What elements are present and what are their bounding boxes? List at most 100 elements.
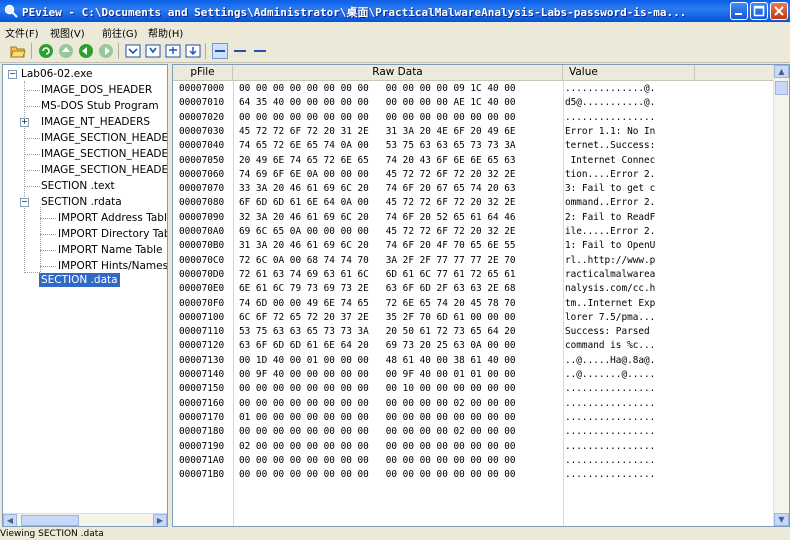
table-row[interactable]: 000070F0 74 6D 00 00 49 6E 74 65 72 6E 65… <box>173 297 773 311</box>
open-folder-icon[interactable] <box>10 43 26 59</box>
table-row[interactable]: 000070C0 72 6C 0A 00 68 74 74 70 3A 2F 2F… <box>173 254 773 268</box>
raw-data-cell: 00 00 00 00 00 00 00 00 00 00 00 00 02 0… <box>239 426 516 438</box>
title-bar: PEview - C:\Documents and Settings\Admin… <box>0 0 790 22</box>
value-cell: ..@.......@..... <box>565 369 656 380</box>
tree-connector <box>40 234 56 235</box>
tree-item-nt-headers[interactable]: IMAGE_NT_HEADERS <box>41 115 150 129</box>
table-row[interactable]: 00007120 63 6F 6D 6D 61 6E 64 20 69 73 20… <box>173 339 773 353</box>
offset-cell: 00007170 <box>179 411 225 423</box>
maximize-button[interactable] <box>750 2 768 20</box>
scroll-right-button[interactable]: ▶ <box>153 514 167 526</box>
tree-item-dos-stub[interactable]: MS-DOS Stub Program <box>41 99 159 113</box>
view-hex-icon[interactable] <box>125 43 141 59</box>
raw-data-cell: 31 3A 20 46 61 69 6C 20 74 6F 20 4F 70 6… <box>239 240 516 252</box>
table-row[interactable]: 00007010 64 35 40 00 00 00 00 00 00 00 00… <box>173 96 773 110</box>
menu-go[interactable]: 前往(G) <box>102 25 138 40</box>
table-row[interactable]: 00007070 33 3A 20 46 61 69 6C 20 74 6F 20… <box>173 182 773 196</box>
table-row[interactable]: 000070D0 72 61 63 74 69 63 61 6C 6D 61 6C… <box>173 268 773 282</box>
offset-cell: 00007160 <box>179 397 225 409</box>
tree-item-root[interactable]: Lab06-02.exe <box>21 67 92 81</box>
table-row[interactable]: 00007080 6F 6D 6D 61 6E 64 0A 00 45 72 72… <box>173 196 773 210</box>
raw-data-cell: 00 00 00 00 00 00 00 00 00 00 00 00 00 0… <box>239 469 516 481</box>
value-cell: ................ <box>565 426 656 438</box>
table-row[interactable]: 00007100 6C 6F 72 65 72 20 37 2E 35 2F 70… <box>173 311 773 325</box>
minimize-button[interactable] <box>730 2 748 20</box>
view-split-icon[interactable] <box>165 43 181 59</box>
tree-connector <box>24 170 40 171</box>
tree-item-import-hints-names[interactable]: IMPORT Hints/Names <box>58 259 167 273</box>
scroll-up-button[interactable]: ▲ <box>774 65 789 78</box>
table-row[interactable]: 00007180 00 00 00 00 00 00 00 00 00 00 00… <box>173 425 773 439</box>
table-row[interactable]: 00007150 00 00 00 00 00 00 00 00 00 10 00… <box>173 382 773 396</box>
grid-vertical-scrollbar[interactable]: ▲ ▼ <box>773 65 789 526</box>
offset-cell: 00007150 <box>179 383 225 395</box>
table-row[interactable]: 00007020 00 00 00 00 00 00 00 00 00 00 00… <box>173 111 773 125</box>
table-row[interactable]: 00007130 00 1D 40 00 01 00 00 00 48 61 40… <box>173 354 773 368</box>
table-row[interactable]: 00007140 00 9F 40 00 00 00 00 00 00 9F 40… <box>173 368 773 382</box>
tree-item-section-text[interactable]: SECTION .text <box>41 179 115 193</box>
tree-item-section-data[interactable]: SECTION .data <box>39 273 120 287</box>
scroll-thumb[interactable] <box>21 515 79 526</box>
value-cell: Internet Connec <box>565 154 656 166</box>
table-row[interactable]: 00007110 53 75 63 63 65 73 73 3A 20 50 61… <box>173 325 773 339</box>
tree-item-section-header-text[interactable]: IMAGE_SECTION_HEADER .text <box>41 131 167 145</box>
value-cell: ile.....Error 2. <box>565 226 656 237</box>
scroll-down-button[interactable]: ▼ <box>774 513 789 526</box>
expand-toggle[interactable]: + <box>20 118 29 127</box>
raw-data-cell: 00 00 00 00 00 00 00 00 00 00 00 00 09 1… <box>239 83 516 94</box>
scroll-left-button[interactable]: ◀ <box>3 514 17 526</box>
table-row[interactable]: 00007170 01 00 00 00 00 00 00 00 00 00 00… <box>173 411 773 425</box>
column-header-value[interactable]: Value <box>563 65 695 81</box>
up-arrow-icon[interactable] <box>58 43 74 59</box>
column-header-pfile[interactable]: pFile <box>173 65 233 81</box>
menu-file[interactable]: 文件(F) <box>5 25 39 40</box>
tree-item-import-directory-table[interactable]: IMPORT Directory Table <box>58 227 167 241</box>
value-cell: 3: Fail to get c <box>565 183 656 195</box>
table-row[interactable]: 000070E0 6E 61 6C 79 73 69 73 2E 63 6F 6D… <box>173 282 773 296</box>
table-row[interactable]: 000071B0 00 00 00 00 00 00 00 00 00 00 00… <box>173 468 773 482</box>
tree-item-section-rdata[interactable]: SECTION .rdata <box>41 195 122 209</box>
byte-view-icon[interactable] <box>212 43 228 59</box>
menu-view[interactable]: 视图(V) <box>50 25 85 40</box>
view-word-icon[interactable] <box>185 43 201 59</box>
tree-item-section-header-rdata[interactable]: IMAGE_SECTION_HEADER .rdata <box>41 147 167 161</box>
raw-data-cell: 45 72 72 6F 72 20 31 2E 31 3A 20 4E 6F 2… <box>239 125 516 137</box>
tree-item-dos-header[interactable]: IMAGE_DOS_HEADER <box>41 83 152 97</box>
value-cell: ................ <box>565 397 656 409</box>
table-row[interactable]: 00007160 00 00 00 00 00 00 00 00 00 00 00… <box>173 397 773 411</box>
menu-help[interactable]: 帮助(H) <box>148 25 183 40</box>
raw-data-cell: 74 65 72 6E 65 74 0A 00 53 75 63 63 65 7… <box>239 140 516 152</box>
offset-cell: 00007060 <box>179 168 225 180</box>
offset-cell: 000071B0 <box>179 469 225 481</box>
forward-arrow-icon[interactable] <box>98 43 114 59</box>
close-button[interactable] <box>770 2 788 20</box>
dword-view-icon[interactable] <box>252 43 268 59</box>
collapse-toggle[interactable]: − <box>20 198 29 207</box>
column-header-raw-data[interactable]: Raw Data <box>233 65 563 81</box>
table-row[interactable]: 00007030 45 72 72 6F 72 20 31 2E 31 3A 20… <box>173 125 773 139</box>
raw-data-cell: 00 00 00 00 00 00 00 00 00 00 00 00 02 0… <box>239 397 516 409</box>
collapse-toggle[interactable]: − <box>8 70 17 79</box>
raw-data-cell: 74 6D 00 00 49 6E 74 65 72 6E 65 74 20 4… <box>239 297 516 309</box>
table-row[interactable]: 000070B0 31 3A 20 46 61 69 6C 20 74 6F 20… <box>173 239 773 253</box>
tree-connector <box>40 218 56 219</box>
table-row[interactable]: 00007060 74 69 6F 6E 0A 00 00 00 45 72 72… <box>173 168 773 182</box>
tree-item-import-name-table[interactable]: IMPORT Name Table <box>58 243 163 257</box>
table-row[interactable]: 00007090 32 3A 20 46 61 69 6C 20 74 6F 20… <box>173 211 773 225</box>
raw-data-cell: 01 00 00 00 00 00 00 00 00 00 00 00 00 0… <box>239 411 516 423</box>
tree-horizontal-scrollbar[interactable]: ◀ ▶ <box>3 513 167 526</box>
table-row[interactable]: 00007050 20 49 6E 74 65 72 6E 65 74 20 43… <box>173 154 773 168</box>
table-row[interactable]: 00007190 02 00 00 00 00 00 00 00 00 00 00… <box>173 440 773 454</box>
tree-connector <box>24 154 40 155</box>
tree-item-section-header-data[interactable]: IMAGE_SECTION_HEADER .data <box>41 163 167 177</box>
back-arrow-icon[interactable] <box>78 43 94 59</box>
table-row[interactable]: 000070A0 69 6C 65 0A 00 00 00 00 45 72 72… <box>173 225 773 239</box>
refresh-icon[interactable] <box>38 43 54 59</box>
table-row[interactable]: 000071A0 00 00 00 00 00 00 00 00 00 00 00… <box>173 454 773 468</box>
scroll-thumb[interactable] <box>775 81 788 95</box>
table-row[interactable]: 00007000 00 00 00 00 00 00 00 00 00 00 00… <box>173 82 773 96</box>
table-row[interactable]: 00007040 74 65 72 6E 65 74 0A 00 53 75 63… <box>173 139 773 153</box>
view-down-icon[interactable] <box>145 43 161 59</box>
word-view-icon[interactable] <box>232 43 248 59</box>
tree-item-import-address-table[interactable]: IMPORT Address Table <box>58 211 167 225</box>
